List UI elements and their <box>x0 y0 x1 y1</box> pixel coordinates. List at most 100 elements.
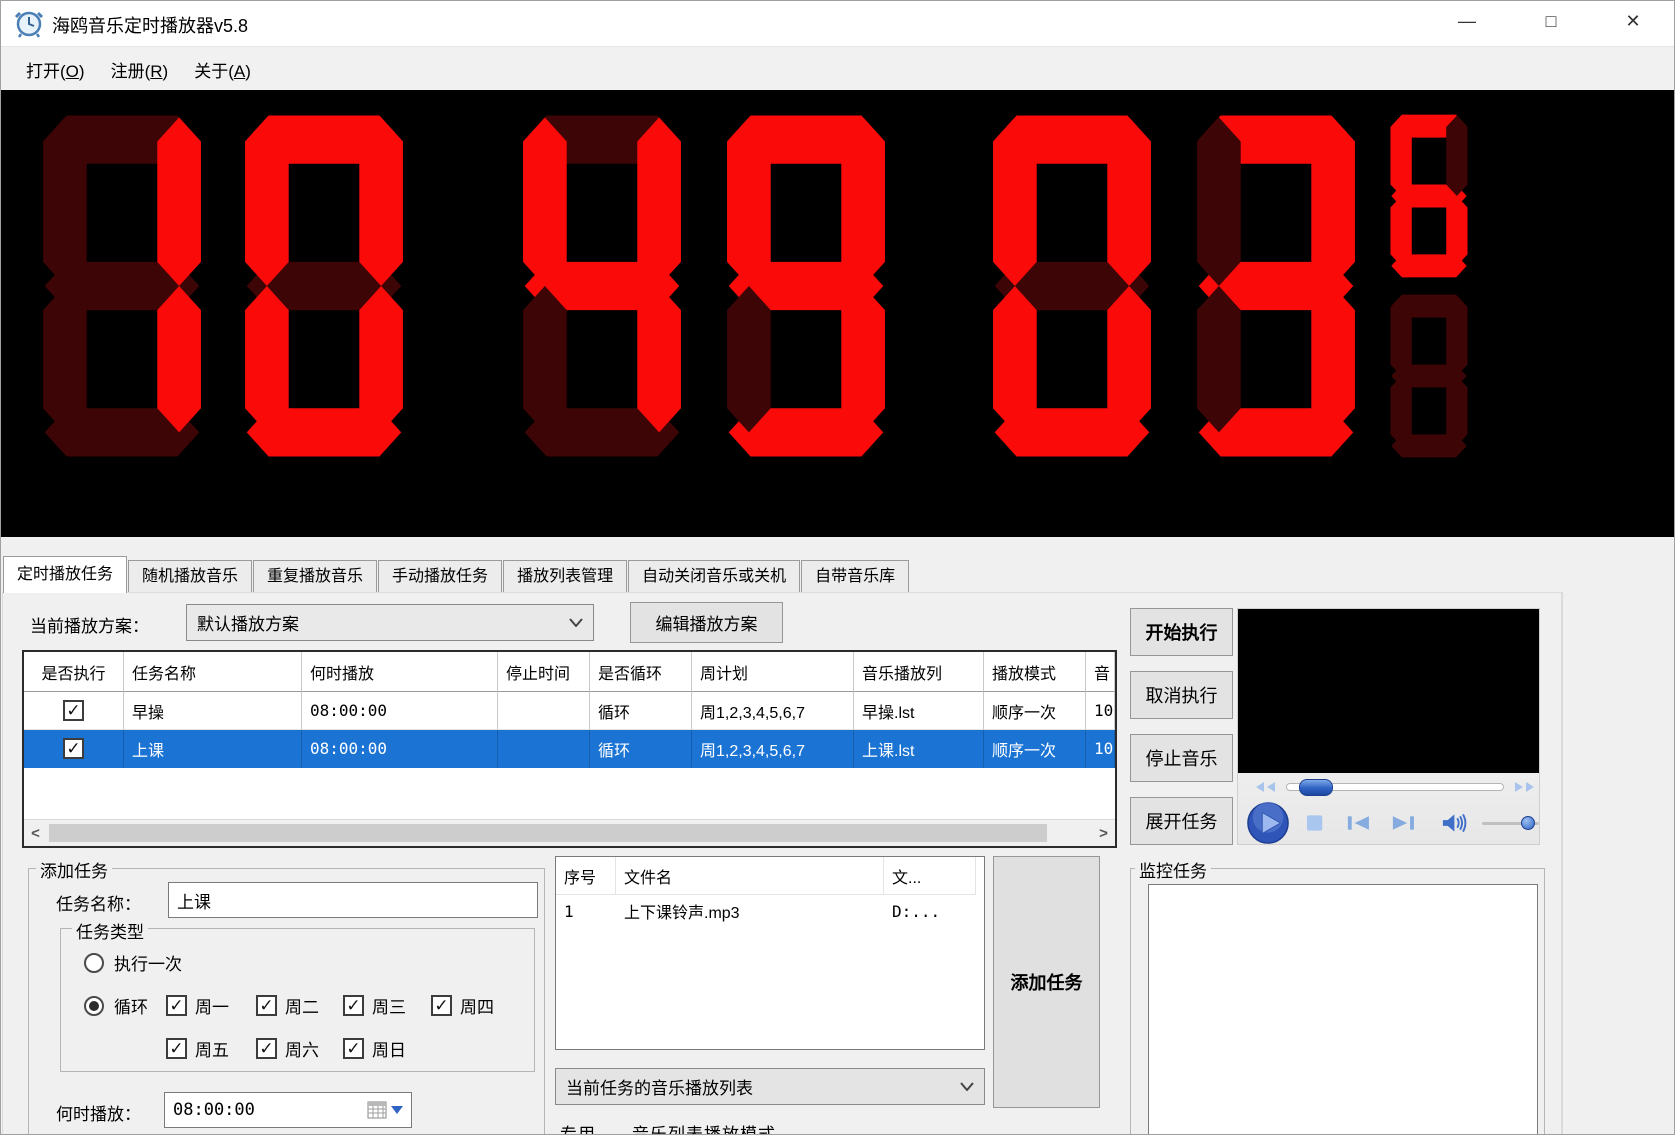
checkbox-box: ✓ <box>256 1038 277 1059</box>
cell-when: 08:00:00 <box>302 730 498 768</box>
cell-name: 上课 <box>124 730 302 768</box>
menu-item-1[interactable]: 注册(R) <box>111 57 169 82</box>
menu-item-0[interactable]: 打开(O) <box>26 57 85 82</box>
edit-plan-button[interactable]: 编辑播放方案 <box>630 602 783 643</box>
cell-playlist: 早操.lst <box>854 692 984 730</box>
task-table-hscrollbar[interactable]: < > <box>24 819 1115 846</box>
stop-button[interactable] <box>1306 814 1323 832</box>
column-header-5[interactable]: 周计划 <box>692 652 854 692</box>
column-header-4[interactable]: 是否循环 <box>590 652 692 692</box>
action-button-2[interactable]: 停止音乐 <box>1130 734 1233 782</box>
column-header-7[interactable]: 播放模式 <box>984 652 1086 692</box>
page-divider <box>1562 592 1563 1135</box>
cell-stop <box>498 730 590 768</box>
play-button[interactable] <box>1246 800 1290 846</box>
current-plan-label: 当前播放方案： <box>30 612 149 637</box>
add-task-button[interactable]: 添加任务 <box>993 856 1100 1108</box>
row-enabled-checkbox[interactable]: ✓ <box>63 700 84 721</box>
weekday-checkbox-1[interactable]: ✓周二 <box>256 993 319 1018</box>
file-cell: D:... <box>884 895 976 927</box>
tab-5[interactable]: 自动关闭音乐或关机 <box>628 560 800 593</box>
seek-slider[interactable] <box>1286 783 1504 791</box>
column-header-8[interactable]: 音 <box>1086 652 1115 692</box>
menu-item-2[interactable]: 关于(A) <box>194 57 251 82</box>
column-header-1[interactable]: 任务名称 <box>124 652 302 692</box>
checkbox-label: 周六 <box>285 1036 319 1061</box>
file-column-header-2[interactable]: 文... <box>884 857 976 895</box>
date-picker-arrow-icon <box>391 1106 403 1114</box>
weekday-checkbox-4[interactable]: ✓周五 <box>166 1036 229 1061</box>
maximize-button[interactable]: □ <box>1519 0 1583 42</box>
action-button-1[interactable]: 取消执行 <box>1130 671 1233 719</box>
clock-small-digit-1 <box>1388 292 1470 460</box>
checkbox-label: 周三 <box>372 993 406 1018</box>
when-play-label: 何时播放： <box>56 1100 141 1125</box>
radio-run-once[interactable]: 执行一次 <box>84 950 182 975</box>
media-buttons-row <box>1238 801 1539 845</box>
tab-3[interactable]: 手动播放任务 <box>378 560 502 593</box>
cell-mode: 顺序一次 <box>984 692 1086 730</box>
seek-back-icon[interactable] <box>1254 781 1278 793</box>
cell-mode: 顺序一次 <box>984 730 1086 768</box>
file-column-header-0[interactable]: 序号 <box>556 857 616 895</box>
seek-forward-icon[interactable] <box>1512 781 1536 793</box>
scroll-left-button[interactable]: < <box>24 820 47 846</box>
table-row-0[interactable]: ✓早操08:00:00循环周1,2,3,4,5,6,7早操.lst顺序一次100 <box>24 692 1115 730</box>
media-player <box>1237 608 1540 845</box>
cell-enabled: ✓ <box>24 730 124 768</box>
previous-button[interactable] <box>1345 813 1372 833</box>
tab-0[interactable]: 定时播放任务 <box>3 556 127 593</box>
table-row-1[interactable]: ✓上课08:00:00循环周1,2,3,4,5,6,7上课.lst顺序一次100 <box>24 730 1115 768</box>
checkbox-label: 周二 <box>285 993 319 1018</box>
scrollbar-thumb[interactable] <box>49 824 1047 842</box>
monitor-task-list[interactable] <box>1148 884 1538 1135</box>
column-header-2[interactable]: 何时播放 <box>302 652 498 692</box>
row-enabled-checkbox[interactable]: ✓ <box>63 738 84 759</box>
minimize-button[interactable]: — <box>1435 0 1499 42</box>
tab-6[interactable]: 自带音乐库 <box>801 560 909 593</box>
when-play-value: 08:00:00 <box>173 1100 255 1120</box>
weekday-checkbox-6[interactable]: ✓周日 <box>343 1036 406 1061</box>
weekday-checkbox-5[interactable]: ✓ 周六 <box>256 1036 319 1061</box>
tab-4[interactable]: 播放列表管理 <box>503 560 627 593</box>
scroll-right-button[interactable]: > <box>1092 820 1115 846</box>
file-column-header-1[interactable]: 文件名 <box>616 857 884 895</box>
column-header-3[interactable]: 停止时间 <box>498 652 590 692</box>
file-row-0[interactable]: 1上下课铃声.mp3D:... <box>556 895 984 927</box>
playlist-combobox[interactable]: 当前任务的音乐播放列表 <box>555 1068 985 1105</box>
tab-1[interactable]: 随机播放音乐 <box>128 560 252 593</box>
plan-combobox-value: 默认播放方案 <box>197 610 299 635</box>
column-header-0[interactable]: 是否执行 <box>24 652 124 692</box>
tab-2[interactable]: 重复播放音乐 <box>253 560 377 593</box>
task-name-value: 上课 <box>177 888 211 913</box>
weekday-checkbox-3[interactable]: ✓周四 <box>431 993 494 1018</box>
monitor-group-label: 监控任务 <box>1135 857 1211 882</box>
weekday-checkbox-2[interactable]: ✓周三 <box>343 993 406 1018</box>
next-button[interactable] <box>1390 813 1417 833</box>
task-type-group-label: 任务类型 <box>72 918 148 943</box>
volume-slider[interactable] <box>1482 822 1539 825</box>
checkbox-box: ✓ <box>431 995 452 1016</box>
radio-loop-circle <box>84 996 104 1016</box>
clipped-bottom-text: 专用——音乐列表播放模式 <box>560 1120 776 1135</box>
radio-loop[interactable]: 循环 <box>84 993 148 1018</box>
cell-week: 周1,2,3,4,5,6,7 <box>692 692 854 730</box>
when-play-input[interactable]: 08:00:00 <box>164 1092 412 1128</box>
task-name-input[interactable]: 上课 <box>168 882 538 918</box>
cell-volume: 100 <box>1086 692 1115 730</box>
plan-combobox[interactable]: 默认播放方案 <box>186 604 594 641</box>
seek-thumb[interactable] <box>1299 779 1333 796</box>
action-button-0[interactable]: 开始执行 <box>1130 608 1233 656</box>
checkbox-label: 周日 <box>372 1036 406 1061</box>
checkbox-label: 周一 <box>195 993 229 1018</box>
volume-thumb[interactable] <box>1521 816 1535 830</box>
close-button[interactable]: ✕ <box>1601 0 1665 42</box>
weekday-checkbox-0[interactable]: ✓周一 <box>166 993 229 1018</box>
column-header-6[interactable]: 音乐播放列 <box>854 652 984 692</box>
radio-once-circle <box>84 953 104 973</box>
volume-speaker-icon[interactable] <box>1441 812 1468 834</box>
clock-digit-3 <box>722 110 890 462</box>
action-button-3[interactable]: 展开任务 <box>1130 797 1233 845</box>
date-picker-control[interactable] <box>367 1100 403 1120</box>
clock-small-digit-0 <box>1388 112 1470 280</box>
